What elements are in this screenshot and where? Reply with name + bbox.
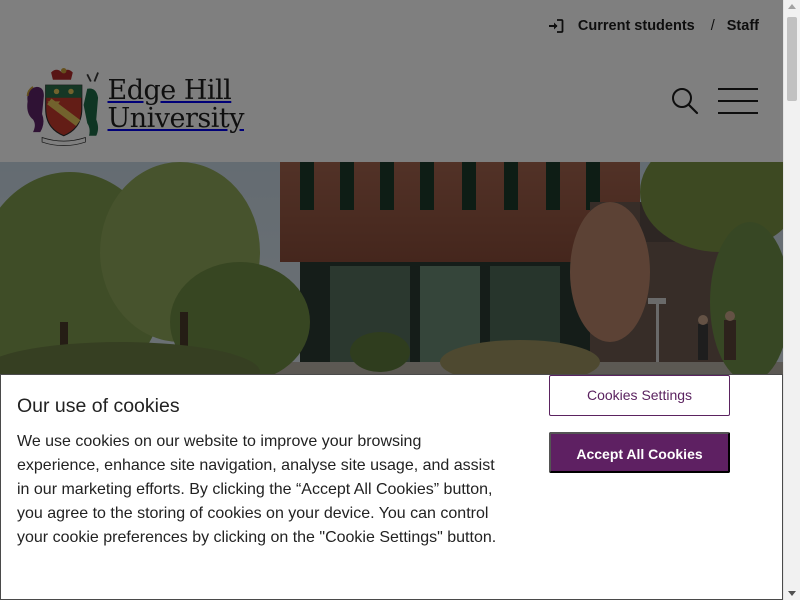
scrollbar-thumb[interactable] <box>787 17 797 101</box>
scroll-down-arrow-icon[interactable] <box>788 591 796 596</box>
cookie-banner: Our use of cookies We use cookies on our… <box>0 374 783 600</box>
cookie-banner-title: Our use of cookies <box>17 395 180 417</box>
page-scrollbar[interactable] <box>783 0 800 600</box>
page: Current students / Staff <box>0 0 783 600</box>
cookies-settings-button[interactable]: Cookies Settings <box>549 375 730 416</box>
scroll-up-arrow-icon[interactable] <box>788 4 796 9</box>
cookie-banner-text: We use cookies on our website to improve… <box>17 433 497 546</box>
accept-all-cookies-button[interactable]: Accept All Cookies <box>549 432 730 473</box>
